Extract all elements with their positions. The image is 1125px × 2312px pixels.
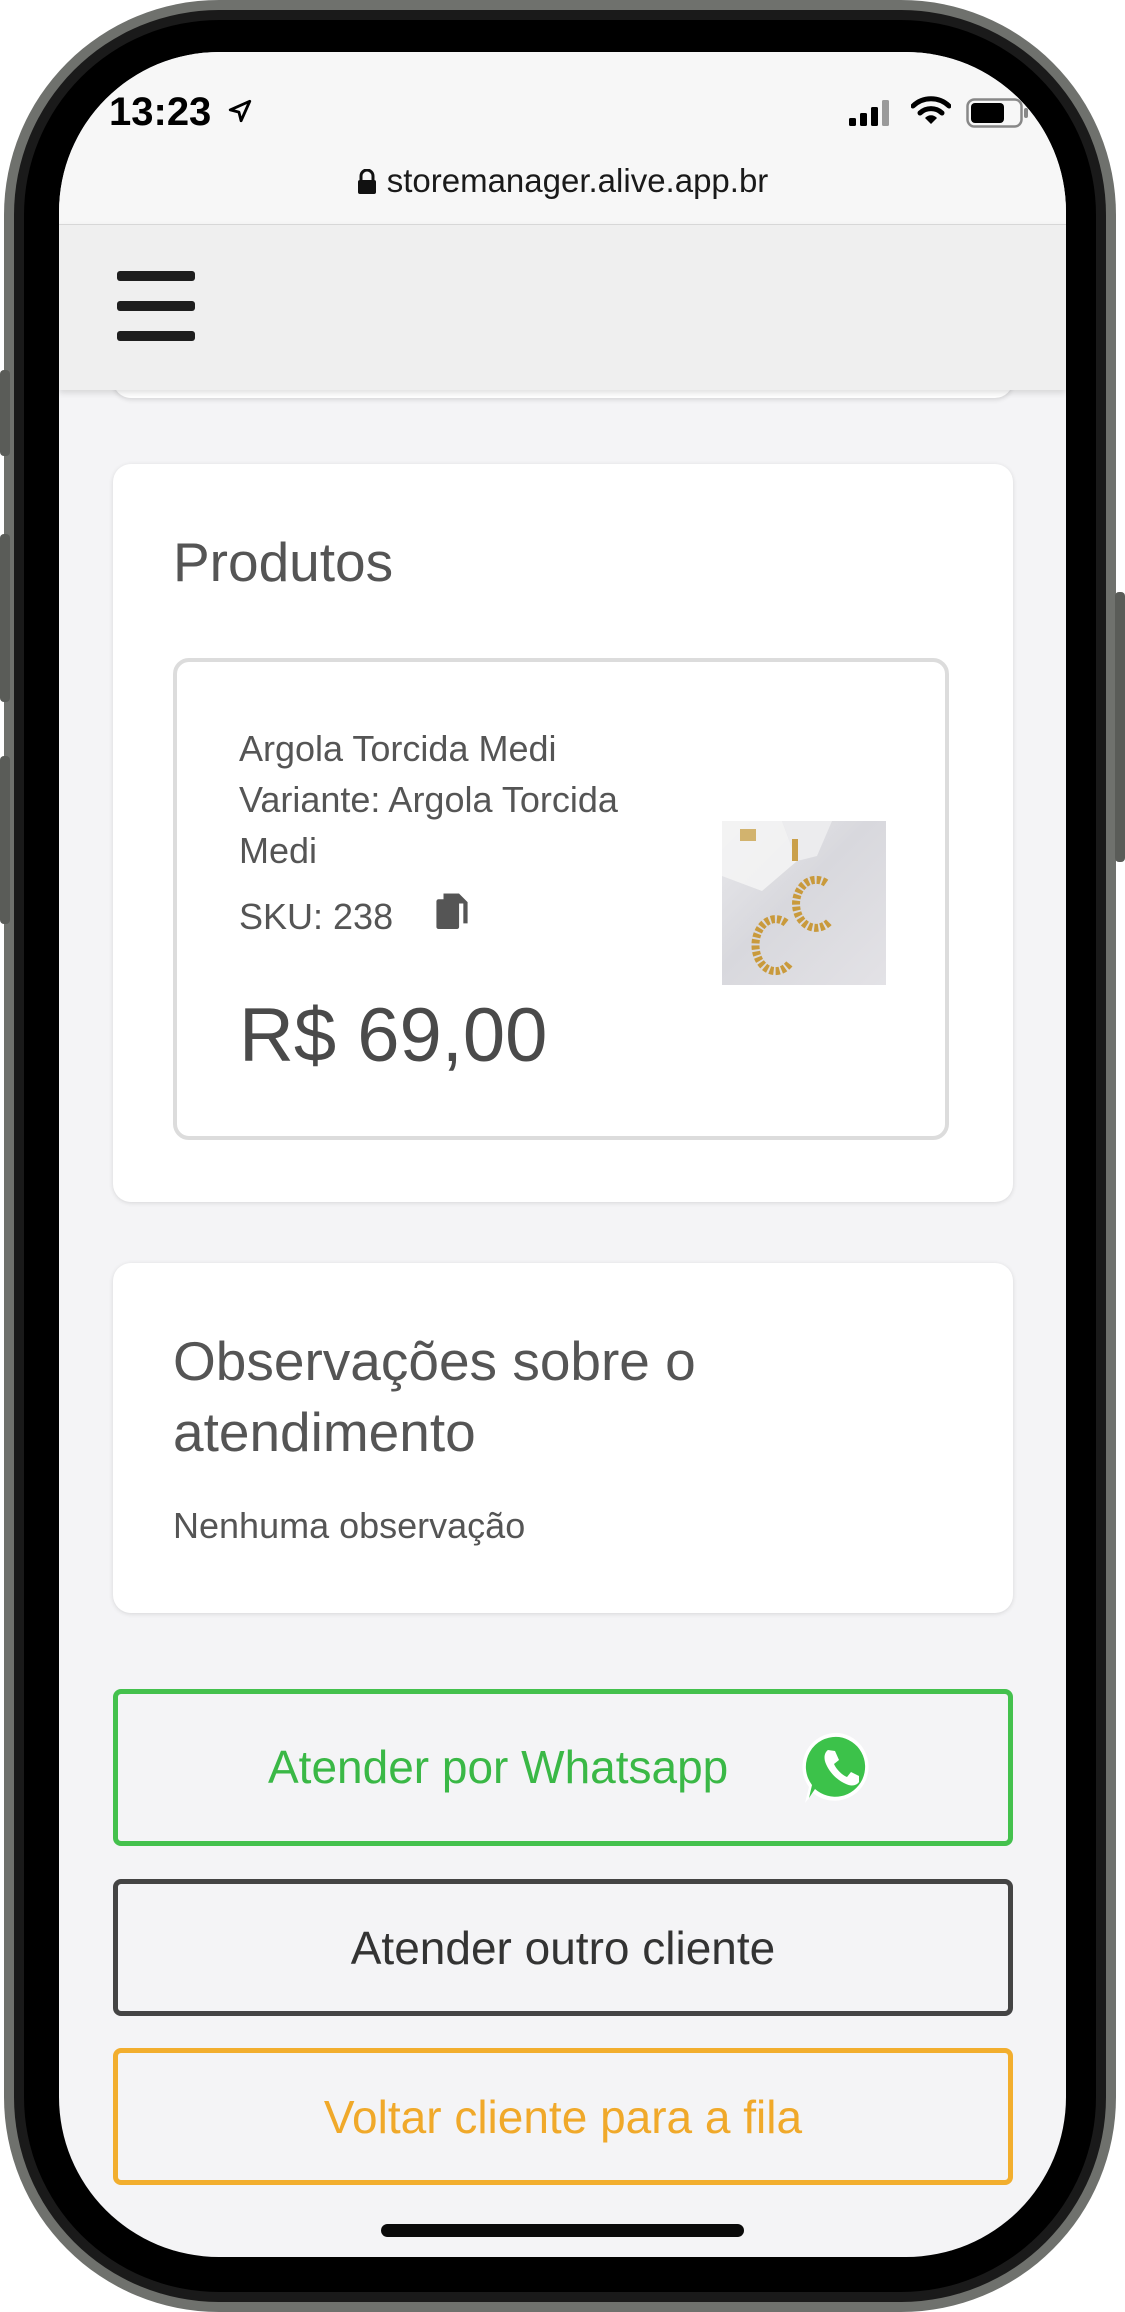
app-header: [59, 224, 1066, 390]
phone-power-button: [1115, 592, 1125, 862]
product-sku: SKU: 238: [239, 896, 394, 937]
product-price: R$ 69,00: [239, 993, 548, 1078]
battery-icon: [966, 98, 1028, 128]
notes-card: Observações sobre o atendimento Nenhuma …: [113, 1263, 1013, 1613]
product-image: [722, 821, 886, 985]
whatsapp-icon: [802, 1732, 869, 1803]
notes-title: Observações sobre o: [173, 1330, 696, 1392]
notes-text: Nenhuma observação: [173, 1505, 526, 1546]
wifi-icon: [911, 96, 951, 124]
product-name: Argola Torcida Medi: [239, 728, 557, 769]
whatsapp-button-label: Atender por Whatsapp: [268, 1741, 729, 1793]
notes-title-cont: atendimento: [173, 1401, 476, 1463]
cellular-signal-icon: [849, 100, 889, 126]
lock-icon: [357, 169, 376, 194]
product-variant-cont: Medi: [239, 830, 318, 871]
whatsapp-button[interactable]: Atender por Whatsapp: [113, 1689, 1013, 1846]
product-item[interactable]: Argola Torcida Medi Variante: Argola Tor…: [173, 658, 949, 1140]
other-client-button[interactable]: Atender outro cliente: [113, 1879, 1013, 2016]
copy-icon[interactable]: [435, 892, 469, 932]
back-to-queue-button[interactable]: Voltar cliente para a fila: [113, 2048, 1013, 2185]
phone-volume-down-button: [0, 756, 10, 924]
phone-screen: 13:23 storemanager.alive.app.br Produtos…: [59, 52, 1066, 2257]
location-arrow-icon: [228, 99, 252, 123]
status-bar: 13:23 storemanager.alive.app.br: [59, 52, 1066, 224]
products-card: Produtos Argola Torcida Medi Variante: A…: [113, 464, 1013, 1202]
products-title: Produtos: [173, 531, 394, 593]
browser-url: storemanager.alive.app.br: [386, 162, 769, 199]
status-time: 13:23: [109, 90, 212, 134]
hamburger-menu-icon[interactable]: [117, 271, 195, 341]
browser-url-bar[interactable]: storemanager.alive.app.br: [59, 162, 1066, 200]
phone-volume-up-button: [0, 534, 10, 702]
product-variant: Variante: Argola Torcida: [239, 779, 618, 820]
phone-mute-switch: [0, 370, 10, 456]
home-indicator[interactable]: [381, 2224, 744, 2237]
